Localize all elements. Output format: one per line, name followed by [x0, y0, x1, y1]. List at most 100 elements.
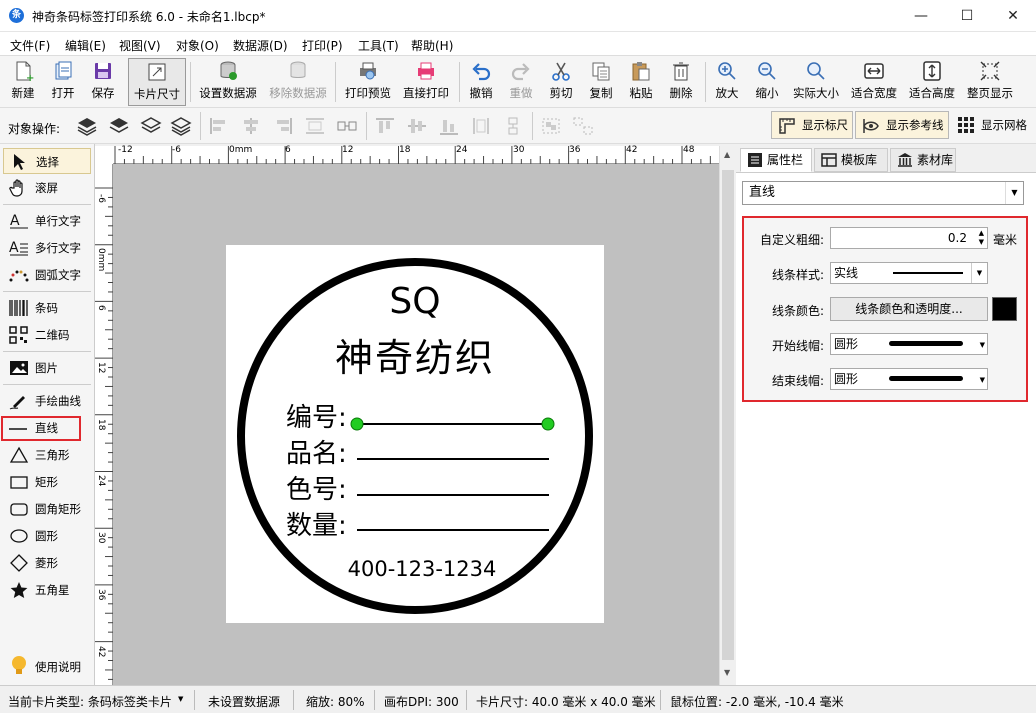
tool-scroll[interactable]: 滚屏	[3, 175, 91, 201]
tool-star[interactable]: 五角星	[3, 577, 91, 603]
tool-select[interactable]: 选择	[3, 148, 91, 174]
tool-triangle[interactable]: 三角形	[3, 442, 91, 468]
end-cap-select[interactable]: 圆形 ▼	[830, 368, 988, 390]
scroll-up-arrow-icon[interactable]: ▲	[724, 150, 730, 159]
tab-templates[interactable]: 模板库	[814, 148, 888, 172]
label-card[interactable]: SQ 神奇纺织 编号: 品名: 色号: 数量: 400-123-1234	[226, 245, 604, 623]
tool-line[interactable]: 直线	[1, 416, 81, 441]
tool-image[interactable]: 图片	[3, 355, 91, 381]
delete-button[interactable]: 删除	[663, 58, 699, 106]
bring-forward-icon[interactable]	[108, 116, 130, 136]
tool-round-rect[interactable]: 圆角矩形	[3, 496, 91, 522]
tool-single-text[interactable]: A 单行文字	[3, 208, 91, 234]
distribute-v-icon[interactable]	[336, 116, 358, 136]
close-button[interactable]: ✕	[990, 0, 1036, 32]
label-title-sq[interactable]: SQ	[226, 281, 604, 322]
tool-multi-text[interactable]: A 多行文字	[3, 235, 91, 261]
arc-text-icon	[9, 270, 29, 282]
align-center-icon[interactable]	[240, 116, 262, 136]
tool-diamond[interactable]: 菱形	[3, 550, 91, 576]
minimize-button[interactable]: —	[898, 0, 944, 32]
label-phone[interactable]: 400-123-1234	[226, 557, 618, 581]
tool-ellipse[interactable]: 圆形	[3, 523, 91, 549]
tab-assets[interactable]: 素材库	[890, 148, 956, 172]
show-ruler-toggle[interactable]: 显示标尺	[771, 111, 853, 139]
line-color-swatch[interactable]	[992, 297, 1017, 321]
align-top-icon[interactable]	[374, 116, 396, 136]
scrollbar-thumb[interactable]	[722, 170, 734, 660]
line-style-select[interactable]: 实线 ▼	[830, 262, 988, 284]
distribute-h-icon[interactable]	[304, 116, 326, 136]
object-type-select[interactable]: 直线 ▼	[742, 181, 1024, 205]
new-button[interactable]: + 新建	[4, 58, 42, 106]
tool-qrcode[interactable]: 二维码	[3, 322, 91, 348]
align-bottom-icon[interactable]	[438, 116, 460, 136]
menu-help[interactable]: 帮助(H)	[411, 37, 453, 54]
direct-print-button[interactable]: 直接打印	[398, 58, 454, 106]
bring-to-front-icon[interactable]	[76, 116, 98, 136]
menu-view[interactable]: 视图(V)	[119, 37, 161, 54]
open-button[interactable]: 打开	[44, 58, 82, 106]
chevron-down-icon[interactable]: ▼	[178, 695, 183, 703]
label-field-color[interactable]: 色号:	[286, 469, 347, 506]
label-field-number[interactable]: 编号:	[286, 397, 347, 434]
label-field-quantity[interactable]: 数量:	[286, 505, 347, 542]
start-cap-select[interactable]: 圆形 ▼	[830, 333, 988, 355]
status-card-size: 卡片尺寸: 40.0 毫米 x 40.0 毫米	[476, 695, 656, 709]
line-color-button[interactable]: 线条颜色和透明度...	[830, 297, 988, 321]
tool-help[interactable]: 使用说明	[3, 654, 91, 680]
remove-datasource-button[interactable]: 移除数据源	[266, 58, 330, 106]
tool-separator	[3, 351, 91, 352]
line-width-input[interactable]: 0.2 ▲ ▼	[830, 227, 988, 249]
align-right-icon[interactable]	[272, 116, 294, 136]
card-size-button[interactable]: 卡片尺寸	[128, 58, 186, 106]
tab-properties[interactable]: 属性栏	[740, 148, 812, 172]
spinner-arrows-icon[interactable]: ▲ ▼	[979, 229, 984, 247]
vertical-scrollbar[interactable]: ▲ ▼	[719, 146, 736, 685]
hand-icon	[9, 179, 23, 197]
fit-height-button[interactable]: 适合高度	[905, 58, 959, 106]
menu-datasource[interactable]: 数据源(D)	[233, 37, 288, 54]
send-to-back-icon[interactable]	[170, 116, 192, 136]
status-mouse-position: 鼠标位置: -2.0 毫米, -10.4 毫米	[670, 695, 844, 709]
cut-button[interactable]: 剪切	[543, 58, 579, 106]
same-width-icon[interactable]	[470, 116, 492, 136]
tool-barcode[interactable]: 条码	[3, 295, 91, 321]
status-datasource: 未设置数据源	[208, 695, 281, 709]
show-guides-toggle[interactable]: 显示参考线	[855, 111, 949, 139]
group-icon[interactable]	[540, 116, 562, 136]
align-left-icon[interactable]	[208, 116, 230, 136]
print-preview-button[interactable]: 打印预览	[341, 58, 395, 106]
set-datasource-button[interactable]: 设置数据源	[196, 58, 260, 106]
tool-freehand[interactable]: 手绘曲线	[3, 388, 91, 414]
show-grid-toggle[interactable]: 显示网格	[951, 111, 1033, 139]
zoom-in-button[interactable]: 放大	[709, 58, 745, 106]
menu-object[interactable]: 对象(O)	[176, 37, 219, 54]
fit-page-button[interactable]: 整页显示	[963, 58, 1017, 106]
status-separator	[374, 690, 375, 710]
tool-rect[interactable]: 矩形	[3, 469, 91, 495]
vruler-label: 12	[96, 362, 106, 374]
menu-print[interactable]: 打印(P)	[302, 37, 343, 54]
scroll-down-arrow-icon[interactable]: ▼	[724, 668, 730, 677]
actual-size-button[interactable]: 实际大小	[789, 58, 843, 106]
qrcode-icon	[9, 326, 28, 344]
maximize-button[interactable]: ☐	[944, 0, 990, 32]
send-backward-icon[interactable]	[140, 116, 162, 136]
redo-button[interactable]: 重做	[503, 58, 539, 106]
save-button[interactable]: 保存	[84, 58, 122, 106]
menu-edit[interactable]: 编辑(E)	[65, 37, 106, 54]
menu-tools[interactable]: 工具(T)	[358, 37, 399, 54]
label-title-company[interactable]: 神奇纺织	[226, 327, 604, 382]
paste-button[interactable]: 粘贴	[623, 58, 659, 106]
same-height-icon[interactable]	[502, 116, 524, 136]
align-middle-icon[interactable]	[406, 116, 428, 136]
ungroup-icon[interactable]	[572, 116, 594, 136]
tool-arc-text[interactable]: 圆弧文字	[3, 262, 91, 288]
menu-file[interactable]: 文件(F)	[10, 37, 50, 54]
label-field-name[interactable]: 品名:	[286, 433, 347, 470]
copy-button[interactable]: 复制	[583, 58, 619, 106]
fit-width-button[interactable]: 适合宽度	[847, 58, 901, 106]
undo-button[interactable]: 撤销	[463, 58, 499, 106]
zoom-out-button[interactable]: 缩小	[749, 58, 785, 106]
